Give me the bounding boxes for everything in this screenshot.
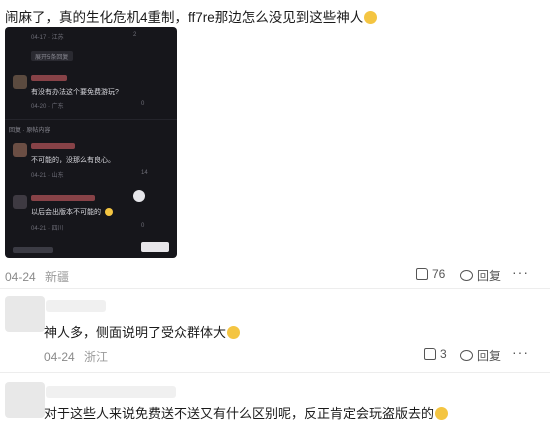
avatar[interactable] bbox=[5, 296, 45, 332]
reply1-location: 浙江 bbox=[84, 350, 109, 364]
divider bbox=[0, 288, 550, 289]
reply1-like-button[interactable]: 3 bbox=[424, 347, 447, 361]
shot-comment4-likes: 0 bbox=[141, 223, 145, 229]
shot-avatar bbox=[13, 195, 27, 209]
shot-blurred-name bbox=[31, 195, 95, 201]
reply1-like-count: 3 bbox=[440, 347, 447, 361]
shot-blurred-footer bbox=[13, 247, 53, 253]
shot-comment2-likes: 0 bbox=[141, 101, 145, 107]
post-location: 新疆 bbox=[45, 270, 70, 284]
avatar[interactable] bbox=[5, 382, 45, 418]
embedded-screenshot[interactable]: 04-17 · 江苏 2 展开5条回复 有没有办法这个要免费游玩? 04-20 … bbox=[5, 27, 177, 258]
shot-divider bbox=[5, 119, 177, 120]
post-reply-label: 回复 bbox=[477, 269, 502, 283]
emoji-icon bbox=[364, 11, 378, 24]
shot-avatar bbox=[13, 75, 27, 89]
shot-comment4-meta: 04-21 · 四川 bbox=[31, 226, 64, 232]
shot-brand-logo bbox=[141, 242, 169, 252]
shot-avatar bbox=[13, 143, 27, 157]
shot-sticker-icon bbox=[133, 190, 145, 202]
shot-comment2-text: 有没有办法这个要免费游玩? bbox=[31, 89, 119, 96]
shot-comment2-meta: 04-20 · 广东 bbox=[31, 104, 64, 110]
reply1-text-content: 神人多，侧面说明了受众群体大 bbox=[44, 325, 227, 340]
shot-emoji-icon bbox=[105, 208, 113, 216]
shot-comment1-likes: 2 bbox=[133, 32, 137, 38]
shot-comment3-likes: 14 bbox=[141, 170, 148, 176]
shot-reply-header: 回复 · 原帖内容 bbox=[9, 128, 51, 134]
reply1-date: 04-24 bbox=[44, 350, 75, 364]
divider bbox=[0, 372, 550, 373]
shot-comment3-meta: 04-21 · 山东 bbox=[31, 173, 64, 179]
thumb-up-icon bbox=[416, 268, 428, 280]
post-like-count: 76 bbox=[432, 267, 446, 281]
username[interactable] bbox=[46, 386, 176, 398]
emoji-icon bbox=[435, 407, 449, 420]
reply2-text-content: 对于这些人来说免费送不送又有什么区别呢，反正肯定会玩盗版去的 bbox=[44, 406, 435, 421]
reply1-meta: 04-24 浙江 bbox=[44, 348, 108, 365]
comment-bubble-icon bbox=[460, 350, 473, 361]
comment-bubble-icon bbox=[460, 270, 473, 281]
shot-expand-label: 展开5条回复 bbox=[35, 55, 69, 61]
shot-comment3-text: 不可能的，没那么有良心。 bbox=[31, 157, 115, 164]
reply1-text: 神人多，侧面说明了受众群体大 bbox=[44, 322, 241, 341]
thumb-up-icon bbox=[424, 348, 436, 360]
post-text-content: 闹麻了，真的生化危机4重制，ff7re那边怎么没见到这些神人 bbox=[5, 10, 364, 25]
shot-blurred-name bbox=[31, 143, 75, 149]
post-text: 闹麻了，真的生化危机4重制，ff7re那边怎么没见到这些神人 bbox=[5, 6, 378, 26]
more-dots-icon[interactable]: ··· bbox=[512, 344, 529, 360]
post-meta: 04-24 新疆 bbox=[5, 268, 69, 285]
post-like-button[interactable]: 76 bbox=[416, 267, 445, 281]
post-reply-button[interactable]: 回复 bbox=[460, 267, 501, 284]
reply2-text: 对于这些人来说免费送不送又有什么区别呢，反正肯定会玩盗版去的 bbox=[44, 403, 449, 422]
more-dots-icon[interactable]: ··· bbox=[512, 264, 529, 280]
shot-comment1-meta: 04-17 · 江苏 bbox=[31, 35, 64, 41]
shot-comment4-text: 以后会出版本不可能的 bbox=[31, 209, 101, 216]
emoji-icon bbox=[227, 326, 241, 339]
reply1-reply-button[interactable]: 回复 bbox=[460, 347, 501, 364]
shot-blurred-name bbox=[31, 75, 67, 81]
reply1-reply-label: 回复 bbox=[477, 349, 502, 363]
post-date: 04-24 bbox=[5, 270, 36, 284]
username[interactable] bbox=[46, 300, 106, 312]
